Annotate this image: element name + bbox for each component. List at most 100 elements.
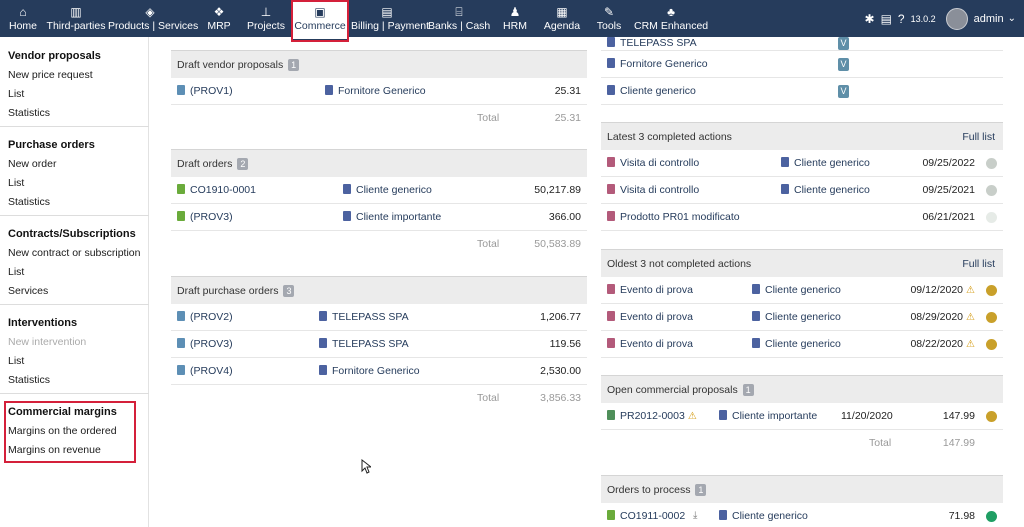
sidebar-section-title[interactable]: Contracts/Subscriptions [0,225,149,244]
highlight-box [4,401,136,463]
sidebar-link-statistics[interactable]: Statistics [0,371,149,390]
sidebar-link-list[interactable]: List [0,263,149,282]
sidebar-section-title[interactable]: Purchase orders [0,136,149,155]
table-row: (PROV3) TELEPASS SPA 119.56 [171,331,587,358]
calendar-icon [607,311,615,321]
proposal-ref-link[interactable]: (PROV1) [177,78,233,104]
sidebar-link-list[interactable]: List [0,85,149,104]
table-row: (PROV2) TELEPASS SPA 1,206.77 [171,304,587,331]
thirdparty-link[interactable]: Cliente generico [607,78,696,104]
sidebar-link-statistics[interactable]: Statistics [0,193,149,212]
thirdparty-link[interactable]: Fornitore Generico [325,78,426,104]
panel-draft-orders: Draft orders 2 CO1910-0001 Cliente gener… [171,149,587,258]
sidebar-section-contracts: Contracts/Subscriptions New contract or … [0,225,149,301]
panel-title[interactable]: Open commercial proposals [607,384,738,396]
sidebar-link-new-order[interactable]: New order [0,155,149,174]
nav-third-parties[interactable]: ▥ Third-parties [46,0,106,37]
total-row: Total 25.31 [171,105,587,132]
action-link[interactable]: Evento di prova [607,304,693,330]
thirdparty-link[interactable]: Cliente generico [752,277,841,303]
nav-hrm[interactable]: ♟ HRM [500,0,530,37]
thirdparty-link[interactable]: Cliente importante [719,403,817,429]
thirdparty-link[interactable]: TELEPASS SPA [319,331,409,357]
avatar[interactable] [945,7,968,30]
nav-crm-enhanced[interactable]: ♣ CRM Enhanced [634,0,708,37]
nav-products-services[interactable]: ◈ Products | Services [108,0,198,37]
sidebar-link-statistics[interactable]: Statistics [0,104,149,123]
action-link[interactable]: Visita di controllo [607,177,699,203]
bug-icon[interactable]: ✱ [865,12,875,26]
panel-title[interactable]: Draft orders [177,158,232,170]
proposal-ref-link[interactable]: PR2012-0003 ⚠ [607,403,697,430]
panel-title[interactable]: Latest 3 completed actions [607,131,732,143]
user-name[interactable]: admin [974,13,1004,25]
sidebar-section-title[interactable]: Interventions [0,314,149,333]
thirdparty-link[interactable]: Cliente generico [343,177,432,203]
thirdparty-link[interactable]: Fornitore Generico [607,51,708,77]
nav-projects[interactable]: ⊥ Projects [244,0,288,37]
action-link[interactable]: Evento di prova [607,331,693,357]
action-link[interactable]: Visita di controllo [607,150,699,176]
table-row: Evento di prova Cliente generico 08/29/2… [601,304,1003,331]
chevron-down-icon[interactable]: ⌄ [1008,13,1016,24]
print-icon[interactable]: ▤ [881,12,892,26]
thirdparty-link[interactable]: Fornitore Generico [319,358,420,384]
amount: 71.98 [948,510,975,522]
panel-header: Oldest 3 not completed actions Full list [601,249,1003,277]
nav-banks-cash[interactable]: ⌸ Banks | Cash [428,0,490,37]
count-badge: 1 [695,484,707,497]
nav-billing-payment[interactable]: ▤ Billing | Payment [351,0,429,37]
thirdparty-link[interactable]: Cliente generico [719,503,808,527]
thirdparty-link[interactable]: Cliente generico [752,331,841,357]
panel-title[interactable]: Draft purchase orders [177,285,279,297]
sidebar-link-new-contract[interactable]: New contract or subscription [0,244,149,263]
full-list-link[interactable]: Full list [962,250,995,278]
nav-label: Tools [596,20,622,32]
thirdparty-link[interactable]: Cliente generico [781,150,870,176]
action-date: 09/25/2022 [922,157,975,169]
total-amount: 147.99 [942,437,975,449]
nav-commerce[interactable]: ▣ Commerce [291,0,349,42]
nav-label: Banks | Cash [428,20,491,32]
left-sidebar: Vendor proposals New price request List … [0,37,149,527]
order-ref-link[interactable]: (PROV3) [177,204,233,230]
nav-agenda[interactable]: ▦ Agenda [542,0,582,37]
help-icon[interactable]: ? [898,12,905,26]
nav-label: Projects [247,20,285,32]
purchase-ref-link[interactable]: (PROV2) [177,304,233,330]
sidebar-link-list[interactable]: List [0,174,149,193]
order-ref-link[interactable]: CO1910-0001 [177,177,256,203]
table-row: Evento di prova Cliente generico 08/22/2… [601,331,1003,358]
full-list-link[interactable]: Full list [962,123,995,151]
thirdparty-link[interactable]: Cliente generico [781,177,870,203]
total-row: Total 50,583.89 [171,231,587,258]
sidebar-link-services[interactable]: Services [0,282,149,301]
thirdparty-link[interactable]: TELEPASS SPA [319,304,409,330]
status-dot [986,511,997,522]
action-link[interactable]: Evento di prova [607,277,693,303]
panel-title[interactable]: Orders to process [607,484,690,496]
sidebar-link-list[interactable]: List [0,352,149,371]
order-ref-link[interactable]: CO1911-0002 [607,503,685,527]
total-amount: 3,856.33 [540,392,581,404]
purchase-ref-link[interactable]: (PROV3) [177,331,233,357]
amount: 1,206.77 [540,311,581,323]
company-icon [343,211,351,221]
proposal-icon [607,410,615,420]
sidebar-link-new-price-request[interactable]: New price request [0,66,149,85]
purchase-ref-link[interactable]: (PROV4) [177,358,233,384]
action-date: 09/12/2020 ⚠ [910,277,975,304]
nav-tools[interactable]: ✎ Tools [594,0,624,37]
table-row: (PROV3) Cliente importante 366.00 [171,204,587,231]
company-icon [719,410,727,420]
nav-mrp[interactable]: ❖ MRP [200,0,238,37]
thirdparty-link[interactable]: Cliente importante [343,204,441,230]
panel-title[interactable]: Draft vendor proposals [177,59,283,71]
thirdparty-link[interactable]: Cliente generico [752,304,841,330]
thirdparty-link[interactable]: TELEPASS SPA [607,37,697,48]
action-link[interactable]: Prodotto PR01 modificato [607,204,740,230]
sidebar-section-title[interactable]: Vendor proposals [0,47,149,66]
download-icon[interactable]: ⤓ [693,503,697,527]
nav-home[interactable]: ⌂ Home [2,0,44,37]
panel-title[interactable]: Oldest 3 not completed actions [607,258,751,270]
